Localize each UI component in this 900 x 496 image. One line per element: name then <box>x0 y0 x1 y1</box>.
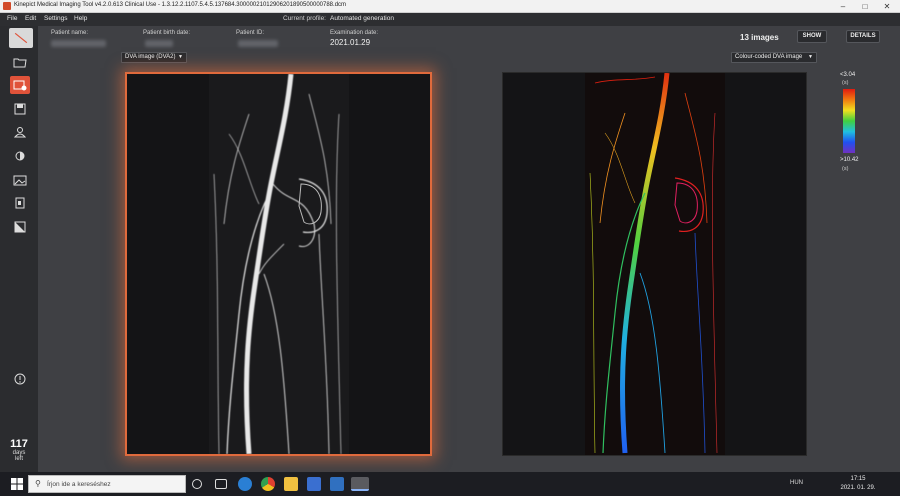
patient-name-label: Patient name: <box>51 30 89 36</box>
edge-browser-icon[interactable] <box>238 477 252 491</box>
dva-angiogram-image <box>209 73 349 455</box>
task-view-icon[interactable] <box>215 479 227 489</box>
patient-birth-label: Patient birth date: <box>143 30 191 36</box>
menu-file[interactable]: File <box>7 15 17 22</box>
left-image-viewport[interactable] <box>125 72 432 456</box>
gallery-icon[interactable] <box>10 171 30 189</box>
taskbar: ⚲ Írjon ide a kereséshez HUN 17:15 2021.… <box>0 472 900 496</box>
patient-id-label: Patient ID: <box>236 30 265 36</box>
windows-start-icon[interactable] <box>10 477 24 491</box>
left-view-dropdown[interactable]: DVA image (DVA2) ▼ <box>121 52 187 63</box>
current-profile-value[interactable]: Automated generation <box>330 15 394 22</box>
mail-icon[interactable] <box>330 477 344 491</box>
alert-icon[interactable] <box>10 370 30 388</box>
screen: Kinepict Medical Imaging Tool v4.2.0.613… <box>0 0 900 496</box>
clock-date: 2021. 01. 29. <box>840 485 876 491</box>
search-placeholder: Írjon ide a kereséshez <box>47 481 111 488</box>
maximize-button[interactable]: □ <box>854 0 876 13</box>
clock-time: 17:15 <box>850 476 866 482</box>
scale-bottom-unit: (s) <box>842 166 849 172</box>
days-count: 117 <box>10 438 28 450</box>
report-icon[interactable] <box>10 194 30 212</box>
minimize-button[interactable]: – <box>832 0 854 13</box>
logo-icon <box>9 28 33 48</box>
menu-edit[interactable]: Edit <box>25 15 36 22</box>
tray-language[interactable]: HUN <box>790 480 803 486</box>
images-count: 13 images <box>740 33 779 42</box>
left-label: left <box>14 456 23 462</box>
chrome-browser-icon[interactable] <box>261 477 275 491</box>
window-title-bar: Kinepict Medical Imaging Tool v4.2.0.613… <box>0 0 900 13</box>
right-image-viewport[interactable] <box>502 72 807 456</box>
save-icon[interactable] <box>10 100 30 118</box>
details-button[interactable]: DETAILS <box>846 30 880 43</box>
colour-coded-dva-image <box>585 72 725 455</box>
colour-scale-bar <box>843 89 855 153</box>
exam-date-label: Examination date: <box>330 30 379 36</box>
menu-settings[interactable]: Settings <box>44 15 68 22</box>
contrast-icon[interactable] <box>10 218 30 236</box>
right-view-dropdown[interactable]: Colour-coded DVA image ▼ <box>731 52 817 63</box>
close-button[interactable]: ✕ <box>876 0 898 13</box>
window-title: Kinepict Medical Imaging Tool v4.2.0.613… <box>14 2 347 8</box>
kinepict-app-icon[interactable] <box>351 477 369 491</box>
taskbar-search-input[interactable]: ⚲ Írjon ide a kereséshez <box>28 475 186 493</box>
image-edit-icon[interactable] <box>10 76 30 94</box>
menu-help[interactable]: Help <box>74 15 87 22</box>
chevron-down-icon: ▼ <box>808 54 813 60</box>
open-folder-icon[interactable] <box>10 53 30 71</box>
file-explorer-icon[interactable] <box>284 477 298 491</box>
chevron-down-icon: ▼ <box>178 54 183 60</box>
cortana-icon[interactable] <box>192 479 202 489</box>
current-profile-label: Current profile: <box>283 15 326 22</box>
scale-bottom-value: >10.42 <box>840 157 859 163</box>
patient-name-value <box>51 40 106 47</box>
license-days-left: 117 days left <box>0 438 38 462</box>
left-view-dropdown-value: DVA image (DVA2) <box>125 54 176 60</box>
sidebar: 117 days left <box>0 26 38 472</box>
store-icon[interactable] <box>307 477 321 491</box>
patient-id-value <box>238 40 278 47</box>
app-logo-icon <box>3 2 11 10</box>
show-button[interactable]: SHOW <box>797 30 827 43</box>
menu-bar: File Edit Settings Help Current profile:… <box>0 13 900 26</box>
user-icon[interactable] <box>10 123 30 141</box>
scale-top-unit: (s) <box>842 80 849 86</box>
exam-date-value: 2021.01.29 <box>330 38 371 47</box>
scale-top-value: <3.04 <box>840 72 856 78</box>
taskbar-clock[interactable]: 17:15 2021. 01. 29. <box>838 475 878 493</box>
right-view-dropdown-value: Colour-coded DVA image <box>735 54 803 60</box>
patient-birth-value <box>145 40 173 47</box>
search-icon: ⚲ <box>35 479 41 488</box>
brightness-icon[interactable] <box>10 147 30 165</box>
